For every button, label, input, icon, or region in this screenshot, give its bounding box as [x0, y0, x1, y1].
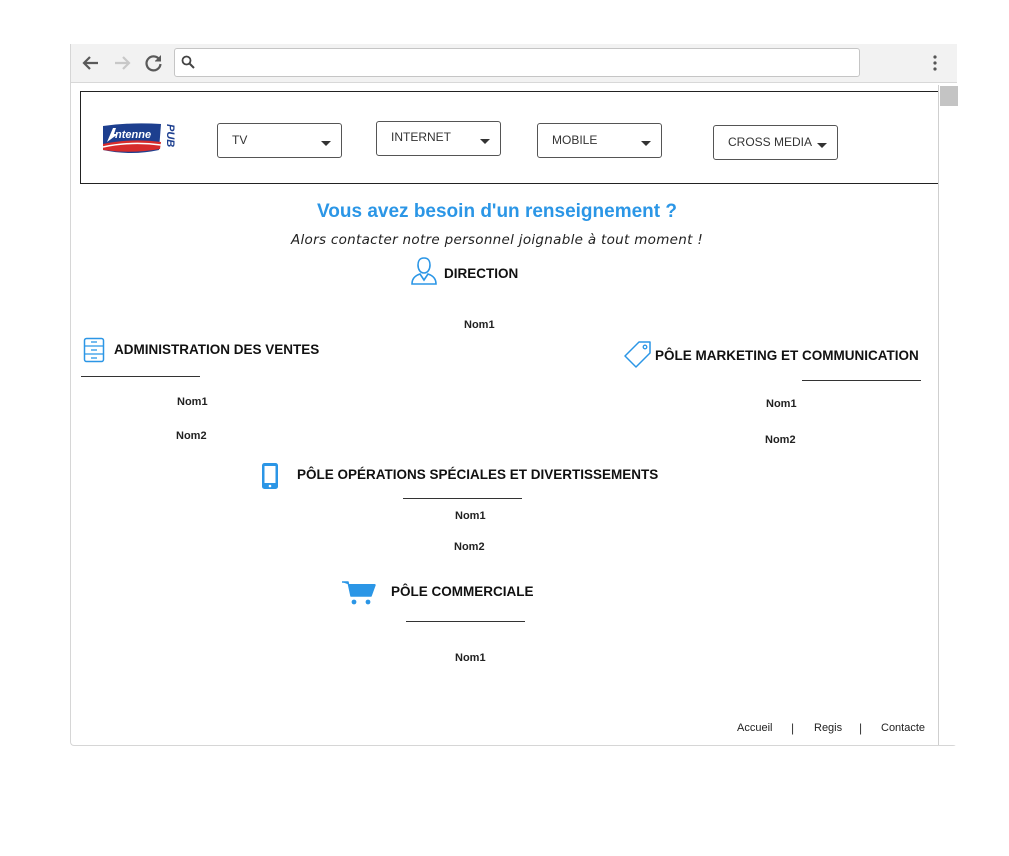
- footer-link-contacte[interactable]: Contacte: [881, 722, 925, 734]
- menu-dropdown-tv[interactable]: TV: [217, 123, 342, 158]
- phone-icon: [262, 463, 278, 489]
- contact-name: Nom1: [464, 319, 495, 331]
- contact-name: Nom2: [765, 434, 796, 446]
- contact-name: Nom1: [455, 510, 486, 522]
- section-title-administration: ADMINISTRATION DES VENTES: [114, 342, 320, 357]
- menu-label: INTERNET: [391, 130, 451, 144]
- caret-down-icon: [321, 141, 331, 146]
- section-title-commercial: PÔLE COMMERCIALE: [391, 584, 534, 599]
- menu-dropdown-internet[interactable]: INTERNET: [376, 121, 501, 156]
- svg-text:PUB: PUB: [164, 124, 176, 147]
- contact-name: Nom1: [766, 398, 797, 410]
- back-arrow-icon: [82, 56, 98, 70]
- section-title-direction: DIRECTION: [444, 266, 519, 281]
- more-vertical-icon: [933, 55, 937, 71]
- site-header: ntenne PUB TV INTERNET MOBILE CROSS MEDI…: [80, 91, 938, 184]
- cabinet-icon: [83, 337, 105, 363]
- section-title-operations: PÔLE OPÉRATIONS SPÉCIALES ET DIVERTISSEM…: [297, 467, 659, 482]
- address-input[interactable]: [203, 51, 847, 75]
- forward-arrow-icon: [115, 56, 131, 70]
- forward-button[interactable]: [111, 53, 133, 73]
- page-subtitle: Alors contacter notre personnel joignabl…: [290, 232, 704, 248]
- section-underline: [406, 621, 525, 622]
- contact-name: Nom2: [454, 541, 485, 553]
- cart-icon: [342, 581, 376, 605]
- browser-menu-button[interactable]: [927, 53, 943, 73]
- section-title-marketing: PÔLE MARKETING ET COMMUNICATION: [655, 348, 919, 363]
- page-content: ntenne PUB TV INTERNET MOBILE CROSS MEDI…: [71, 82, 938, 745]
- section-underline: [802, 380, 921, 381]
- section-underline: [403, 498, 522, 499]
- antenne-pub-logo[interactable]: ntenne PUB: [101, 120, 179, 160]
- browser-toolbar: [71, 44, 957, 83]
- menu-dropdown-cross-media[interactable]: CROSS MEDIA: [713, 125, 838, 160]
- menu-label: TV: [232, 133, 248, 147]
- footer-separator: |: [791, 721, 795, 735]
- person-icon: [411, 257, 437, 285]
- footer-link-regis[interactable]: Regis: [814, 722, 842, 734]
- section-underline: [81, 376, 200, 377]
- contact-name: Nom2: [176, 430, 207, 442]
- contact-name: Nom1: [455, 652, 486, 664]
- caret-down-icon: [480, 139, 490, 144]
- menu-dropdown-mobile[interactable]: MOBILE: [537, 123, 662, 158]
- caret-down-icon: [641, 141, 651, 146]
- page-title: Vous avez besoin d'un renseignement ?: [317, 201, 677, 222]
- browser-window: ntenne PUB TV INTERNET MOBILE CROSS MEDI…: [70, 44, 958, 746]
- search-icon: [181, 55, 195, 69]
- back-button[interactable]: [80, 53, 102, 73]
- menu-label: MOBILE: [552, 133, 598, 147]
- reload-icon: [145, 55, 162, 72]
- reload-button[interactable]: [143, 53, 165, 73]
- menu-label: CROSS MEDIA: [728, 135, 813, 149]
- caret-down-icon: [817, 143, 827, 148]
- footer-separator: |: [859, 721, 863, 735]
- svg-text:ntenne: ntenne: [115, 129, 151, 141]
- contact-name: Nom1: [177, 396, 208, 408]
- vertical-scrollbar[interactable]: [938, 85, 958, 745]
- footer-link-accueil[interactable]: Accueil: [737, 722, 772, 734]
- scrollbar-thumb[interactable]: [940, 86, 958, 106]
- address-bar[interactable]: [174, 48, 860, 77]
- tag-icon: [624, 341, 651, 368]
